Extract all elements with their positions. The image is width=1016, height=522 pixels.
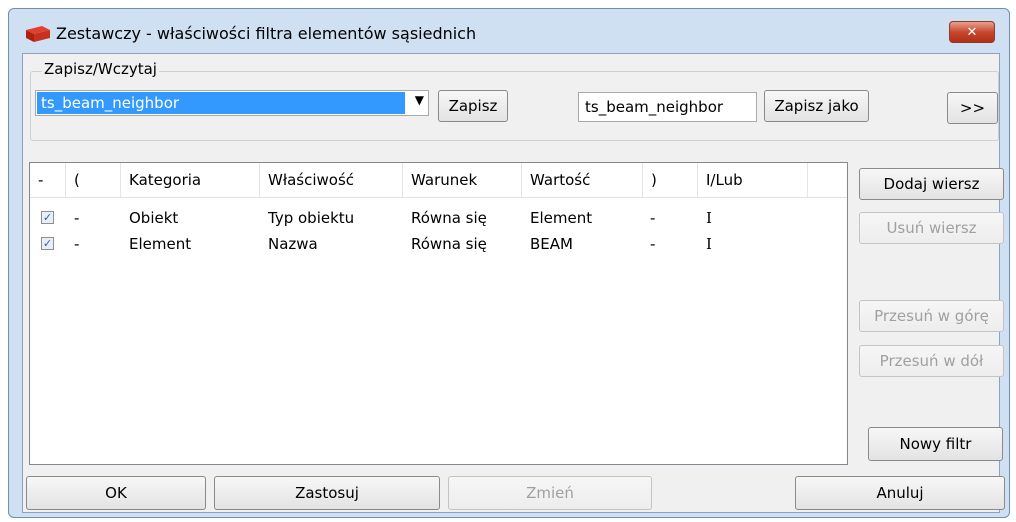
row-property: Typ obiektu [268, 209, 355, 227]
row-condition: Równa się [411, 235, 487, 253]
cancel-button[interactable]: Anuluj [795, 476, 1005, 510]
header-value[interactable]: Wartość [522, 163, 643, 197]
close-icon: ✕ [966, 24, 978, 40]
row-category: Obiekt [129, 209, 179, 227]
header-open-paren[interactable]: ( [66, 163, 121, 197]
remove-row-button[interactable]: Usuń wiersz [859, 212, 1004, 244]
row-andor: I [706, 209, 712, 227]
chevron-down-icon[interactable]: ▼ [415, 93, 424, 107]
new-filter-button[interactable]: Nowy filtr [868, 427, 1003, 461]
header-andor[interactable]: I/Lub [698, 163, 808, 197]
saveas-name-input[interactable]: ts_beam_neighbor [578, 92, 757, 122]
window-title: Zestawczy - właściwości filtra elementów… [56, 24, 477, 43]
add-row-button[interactable]: Dodaj wiersz [859, 168, 1004, 200]
more-button[interactable]: >> [947, 92, 998, 124]
row-checkbox[interactable]: ✓ [41, 237, 54, 250]
filter-combo-value: ts_beam_neighbor [37, 92, 405, 114]
row-checkbox[interactable]: ✓ [41, 211, 54, 224]
header-property[interactable]: Właściwość [260, 163, 403, 197]
row-close-paren: - [650, 209, 656, 227]
ok-button[interactable]: OK [26, 476, 206, 510]
save-button[interactable]: Zapisz [438, 90, 508, 122]
app-icon [26, 26, 50, 42]
row-value: BEAM [530, 235, 573, 253]
row-value: Element [530, 209, 593, 227]
row-close-paren: - [650, 235, 656, 253]
saveas-button[interactable]: Zapisz jako [764, 90, 869, 122]
header-close-paren[interactable]: ) [643, 163, 698, 197]
row-condition: Równa się [411, 209, 487, 227]
header-condition[interactable]: Warunek [403, 163, 522, 197]
move-down-button[interactable]: Przesuń w dół [859, 345, 1004, 377]
table-row[interactable]: ✓ - Obiekt Typ obiektu Równa się Element… [30, 205, 847, 231]
row-open-paren: - [74, 209, 80, 227]
row-andor: I [706, 235, 712, 253]
filter-combo[interactable]: ts_beam_neighbor ▼ [35, 90, 429, 116]
row-category: Element [129, 235, 192, 253]
row-property: Nazwa [268, 235, 318, 253]
filter-grid[interactable]: - ( Kategoria Właściwość Warunek Wartość… [29, 162, 848, 465]
close-button[interactable]: ✕ [949, 21, 995, 43]
modify-button[interactable]: Zmień [448, 476, 652, 510]
move-up-button[interactable]: Przesuń w górę [859, 300, 1004, 332]
header-category[interactable]: Kategoria [121, 163, 260, 197]
grid-header: - ( Kategoria Właściwość Warunek Wartość… [30, 163, 847, 198]
saveload-legend: Zapisz/Wczytaj [42, 60, 159, 78]
table-row[interactable]: ✓ - Element Nazwa Równa się BEAM - I [30, 231, 847, 257]
row-open-paren: - [74, 235, 80, 253]
header-checkbox[interactable]: - [30, 163, 66, 197]
apply-button[interactable]: Zastosuj [214, 476, 440, 510]
